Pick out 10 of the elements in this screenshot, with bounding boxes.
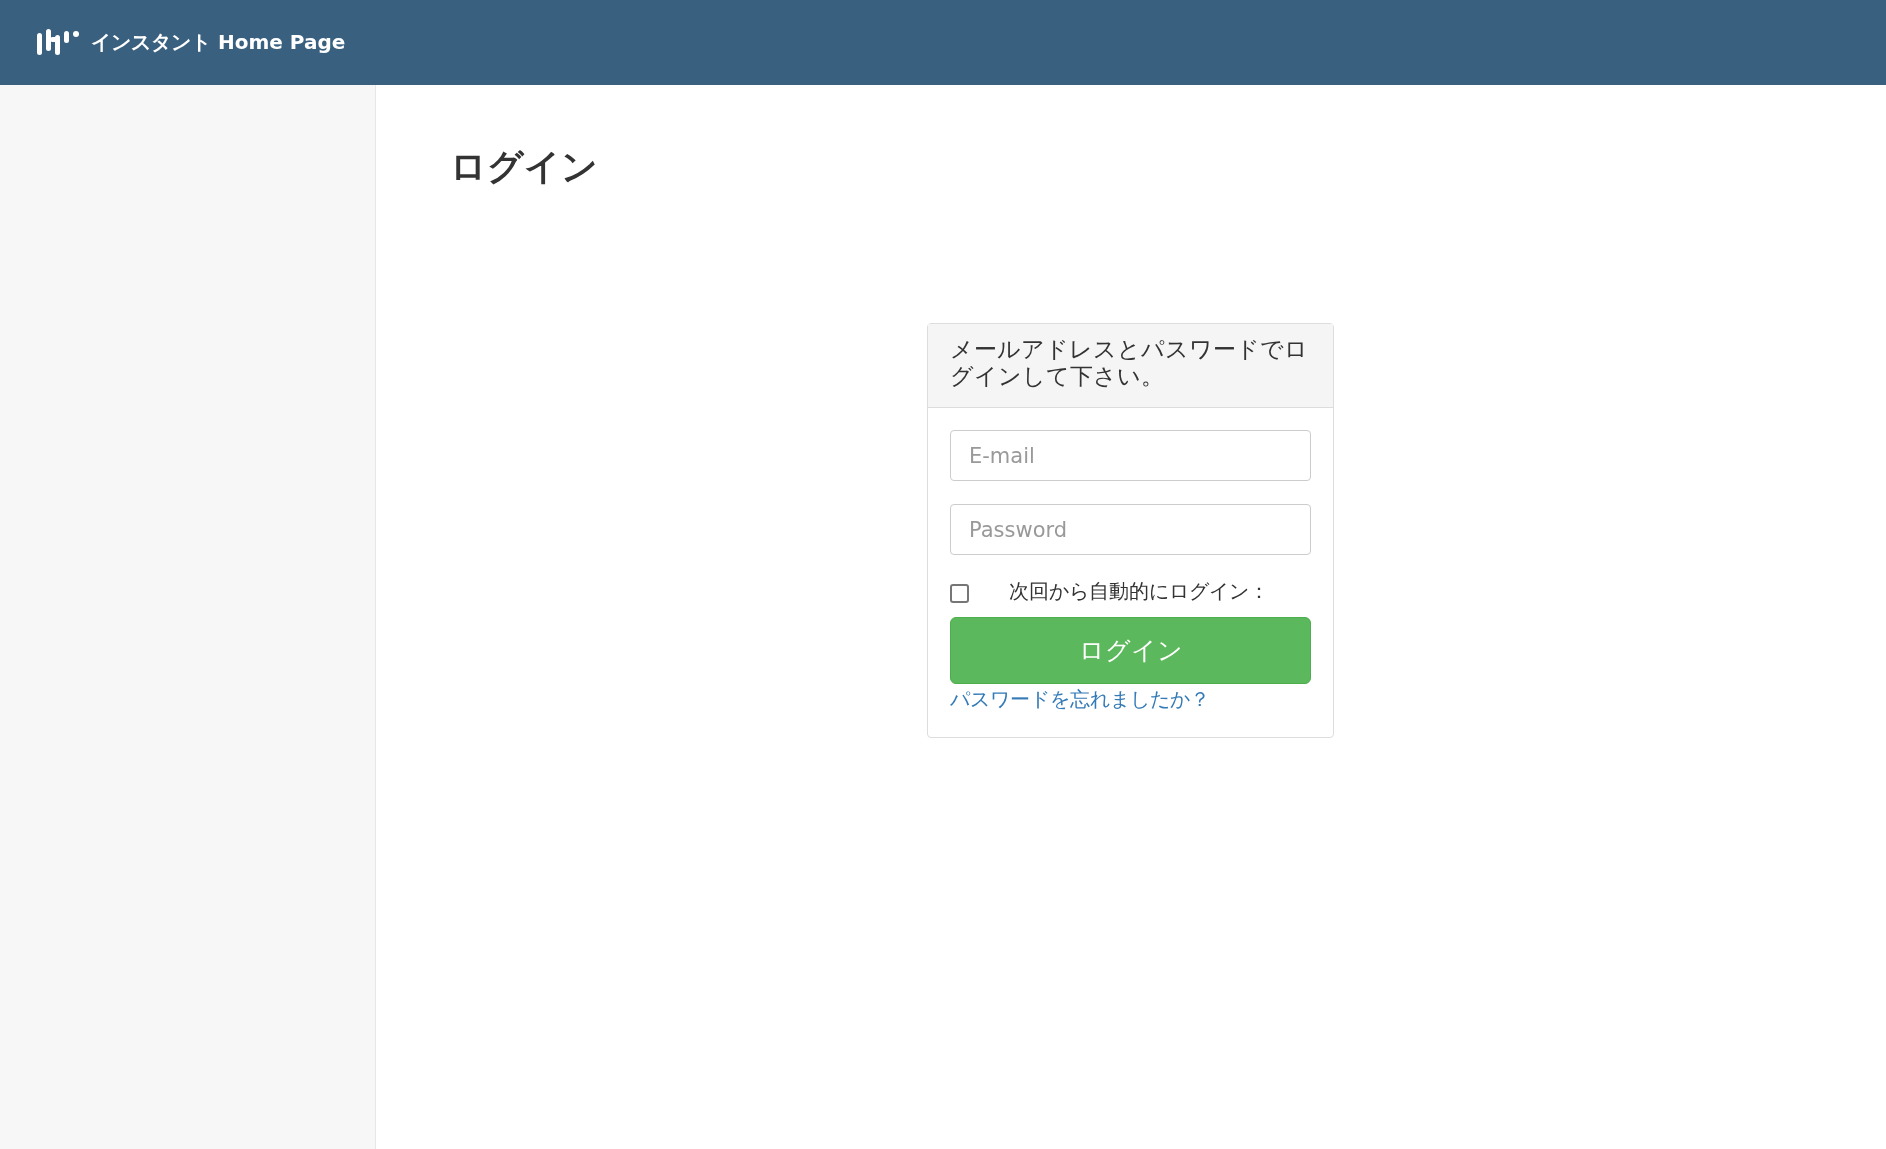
page-title: ログイン bbox=[450, 145, 599, 189]
password-field[interactable]: Password bbox=[950, 504, 1311, 556]
remember-label: 次回から自動的にログイン： bbox=[1009, 578, 1269, 606]
instruction-text: メールアドレスとパスワードでログインして下さい。 bbox=[950, 336, 1309, 391]
login-button[interactable]: ログイン bbox=[950, 617, 1311, 685]
site-title[interactable]: インスタント Home Page bbox=[91, 29, 346, 56]
forgot-password-link[interactable]: パスワードを忘れましたか？ bbox=[950, 686, 1210, 714]
logo-icon bbox=[37, 28, 81, 57]
remember-checkbox[interactable] bbox=[950, 583, 969, 603]
email-field[interactable]: E-mail bbox=[950, 430, 1311, 482]
